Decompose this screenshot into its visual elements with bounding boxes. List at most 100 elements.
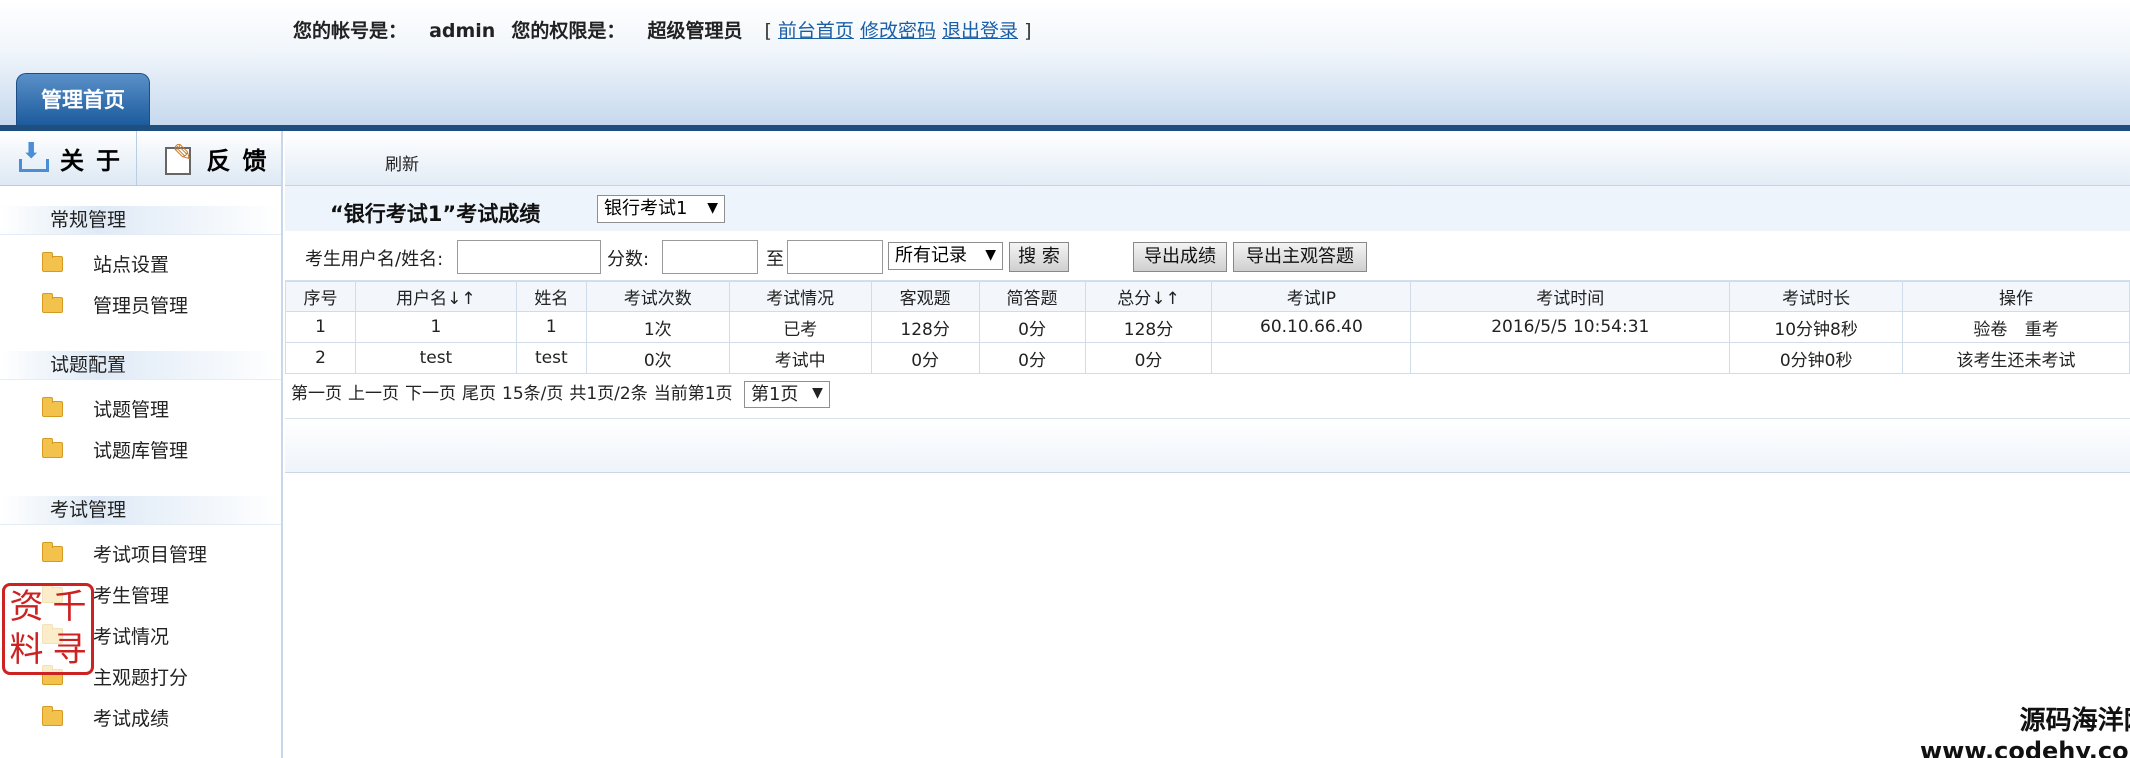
cell-short-answer: 0分 xyxy=(978,311,1086,343)
next-page-link[interactable]: 下一页 xyxy=(405,384,456,404)
cell-exam-time: 2016/5/5 10:54:31 xyxy=(1410,311,1731,343)
col-header-status: 考试情况 xyxy=(728,281,872,312)
feedback-label: 反馈 xyxy=(206,146,279,175)
feedback-button[interactable]: 反馈 xyxy=(135,131,282,185)
account-label: 您的帐号是： xyxy=(293,20,408,42)
sidebar-item-label: 站点设置 xyxy=(93,254,170,276)
cell-objective: 0分 xyxy=(870,342,980,374)
score-min-input[interactable] xyxy=(662,240,758,274)
download-icon xyxy=(16,139,49,173)
table-header-row: 序号 用户名↓↑ 姓名 考试次数 考试情况 客观题 简答题 总分↓↑ 考试IP … xyxy=(285,281,2130,312)
tab-admin-home[interactable]: 管理首页 xyxy=(16,73,150,125)
main-toolbar: 刷新 xyxy=(285,131,2130,186)
cell-ip xyxy=(1211,342,1412,374)
search-button[interactable]: 搜 索 xyxy=(1009,242,1069,272)
col-header-username-sort[interactable]: 用户名↓↑ xyxy=(354,281,517,312)
sidebar-item-question-management[interactable]: 试题管理 xyxy=(0,388,281,429)
cell-attempts: 1次 xyxy=(585,311,730,343)
seal-char: 千 xyxy=(52,587,87,627)
sidebar-item-label: 试题管理 xyxy=(93,399,170,421)
sidebar-item-label: 主观题打分 xyxy=(93,667,189,689)
logout-link[interactable]: 退出登录 xyxy=(942,20,1018,42)
cell-short-answer: 0分 xyxy=(978,342,1086,374)
col-header-name: 姓名 xyxy=(515,281,587,312)
pagination: 第一页 上一页 下一页 尾页 15条/页 共1页/2条 当前第1页 第1页 ▼ xyxy=(291,379,830,408)
export-scores-button[interactable]: 导出成绩 xyxy=(1133,242,1227,272)
nav-group-general: 常规管理 xyxy=(0,206,281,235)
cell-username: test xyxy=(354,342,517,374)
retake-link[interactable]: 重考 xyxy=(2025,320,2059,340)
col-header-total-sort[interactable]: 总分↓↑ xyxy=(1084,281,1213,312)
bracket-close: ] xyxy=(1024,20,1032,42)
brand-watermark: 源码海洋网 www.codehy.com xyxy=(1920,700,2130,758)
account-value: admin xyxy=(429,20,496,42)
sidebar-item-label: 考生管理 xyxy=(93,585,170,607)
table-row: 2 test test 0次 考试中 0分 0分 0分 0分钟0秒 该考生还未考… xyxy=(285,342,2130,374)
about-label: 关于 xyxy=(60,146,132,175)
folder-icon xyxy=(42,251,63,272)
sidebar-item-admin-management[interactable]: 管理员管理 xyxy=(0,284,281,325)
change-password-link[interactable]: 修改密码 xyxy=(860,20,936,42)
sidebar-item-label: 管理员管理 xyxy=(93,295,189,317)
col-header-exam-time: 考试时间 xyxy=(1410,281,1731,312)
refresh-button[interactable]: 刷新 xyxy=(385,150,419,175)
cell-status: 考试中 xyxy=(728,342,872,374)
exam-select[interactable]: 银行考试1 ▼ xyxy=(597,195,725,223)
current-page-info: 当前第1页 xyxy=(653,384,733,404)
first-page-link[interactable]: 第一页 xyxy=(291,384,342,404)
sidebar-item-site-settings[interactable]: 站点设置 xyxy=(0,243,281,284)
sidebar-item-label: 考试项目管理 xyxy=(93,544,208,566)
account-info: 您的帐号是： admin 您的权限是： 超级管理员 [前台首页 修改密码 退出登… xyxy=(293,16,1037,43)
top-header: 您的帐号是： admin 您的权限是： 超级管理员 [前台首页 修改密码 退出登… xyxy=(0,0,2130,125)
sidebar-item-exam-projects[interactable]: 考试项目管理 xyxy=(0,533,281,574)
footer-band xyxy=(285,418,2130,473)
bracket-open: [ xyxy=(764,20,772,42)
cell-objective: 128分 xyxy=(870,311,980,343)
seal-watermark: 资 千 料 寻 xyxy=(2,583,94,675)
cell-status: 已考 xyxy=(728,311,872,343)
col-header-index: 序号 xyxy=(285,281,356,312)
user-filter-label: 考生用户名/姓名: xyxy=(305,249,444,270)
score-max-input[interactable] xyxy=(787,240,883,274)
nav-group-questions: 试题配置 xyxy=(0,351,281,380)
review-paper-link[interactable]: 验卷 xyxy=(1973,320,2007,340)
prev-page-link[interactable]: 上一页 xyxy=(348,384,399,404)
cell-username: 1 xyxy=(354,311,517,343)
brand-url: www.codehy.com xyxy=(1920,737,2130,758)
folder-icon xyxy=(42,437,63,458)
col-header-attempts: 考试次数 xyxy=(585,281,730,312)
cell-exam-time xyxy=(1410,342,1731,374)
cell-name: test xyxy=(515,342,587,374)
edit-icon xyxy=(163,139,193,175)
user-search-input[interactable] xyxy=(457,240,601,274)
col-header-ip: 考试IP xyxy=(1211,281,1412,312)
home-link[interactable]: 前台首页 xyxy=(778,20,854,42)
cell-total: 128分 xyxy=(1084,311,1213,343)
brand-name: 源码海洋网 xyxy=(2019,706,2130,736)
permission-value: 超级管理员 xyxy=(647,20,743,42)
score-label: 分数: xyxy=(607,249,650,270)
sidebar-item-label: 试题库管理 xyxy=(93,440,189,462)
cell-ip: 60.10.66.40 xyxy=(1211,311,1412,343)
dropdown-arrow-icon: ▼ xyxy=(707,200,718,216)
cell-actions: 该考生还未考试 xyxy=(1902,342,2130,374)
folder-icon xyxy=(42,541,63,562)
page-title: “银行考试1”考试成绩 xyxy=(330,202,541,226)
seal-char: 料 xyxy=(9,630,44,670)
page-select[interactable]: 第1页 ▼ xyxy=(743,380,830,408)
per-page-info: 15条/页 xyxy=(502,384,564,404)
about-button[interactable]: 关于 xyxy=(0,131,136,185)
record-select[interactable]: 所有记录 ▼ xyxy=(888,242,1003,270)
last-page-link[interactable]: 尾页 xyxy=(462,384,496,404)
page-select-value: 第1页 xyxy=(750,383,799,405)
cell-total: 0分 xyxy=(1084,342,1213,374)
sidebar-toolbar: 关于 反馈 xyxy=(0,131,281,186)
sidebar-item-question-bank[interactable]: 试题库管理 xyxy=(0,429,281,470)
sidebar-item-exam-scores[interactable]: 考试成绩 xyxy=(0,697,281,738)
seal-char: 寻 xyxy=(52,630,87,670)
col-header-duration: 考试时长 xyxy=(1729,281,1904,312)
score-to-label: 至 xyxy=(766,249,784,270)
main-panel: 刷新 “银行考试1”考试成绩 银行考试1 ▼ 考生用户名/姓名: 分数: 至 所有… xyxy=(285,131,2130,758)
export-subjective-button[interactable]: 导出主观答题 xyxy=(1233,242,1367,272)
cell-index: 1 xyxy=(285,311,356,343)
